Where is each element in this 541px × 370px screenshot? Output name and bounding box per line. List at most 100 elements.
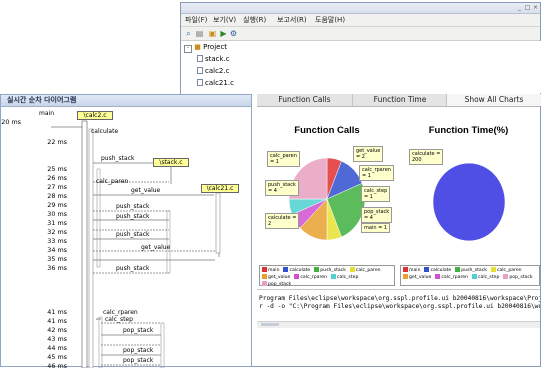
horizontal-scrollbar[interactable] <box>257 321 540 328</box>
tab-function-time[interactable]: Function Time <box>352 94 447 106</box>
close-button[interactable]: × <box>532 4 539 11</box>
legend-item-calc-rparen: calc_rparen <box>294 274 327 281</box>
callout-calc-rparen: calc_rparen = 1 <box>359 165 394 181</box>
pie-charts-svg <box>288 157 506 242</box>
function-time-pie <box>432 162 506 242</box>
sequence-diagram-window: 실시간 순차 다이어그램 20 ms main \calc2.c \stack.… <box>0 94 252 370</box>
search-icon[interactable]: ⌕ <box>184 29 193 38</box>
message-label: calc_step <box>105 316 133 323</box>
callout-calc-step: calc_step = 1 <box>361 186 391 202</box>
collapse-icon[interactable]: - <box>184 45 192 53</box>
tree-file-item[interactable]: calc2.c <box>197 66 229 76</box>
tree-file-label: calc2.c <box>205 67 230 75</box>
callout-push-stack: push_stack = 4 <box>265 180 299 196</box>
callout-calculate: calculate = 2 <box>265 213 300 229</box>
message-label: calc_paren <box>96 178 129 185</box>
run-icon[interactable]: ▶ <box>219 29 228 38</box>
menu-file[interactable]: 파일(F) <box>185 15 207 25</box>
menu-bar: 파일(F) 보기(V) 실행(R) 보고서(R) 도움말(H) <box>181 14 540 27</box>
legend-swatch <box>455 267 461 272</box>
callout-calc-paren: calc_paren = 1 <box>267 151 300 167</box>
callout-main: main = 1 <box>361 223 391 233</box>
time-label: 46 ms <box>47 362 67 370</box>
function-calls-pie <box>288 157 366 241</box>
message-label: push_stack <box>101 155 135 162</box>
file-icon <box>197 55 203 62</box>
page-icon[interactable]: ▤ <box>195 29 204 38</box>
tree-root-label: Project <box>203 43 228 51</box>
legend-swatch <box>283 267 289 272</box>
maximize-button[interactable]: □ <box>524 4 531 11</box>
menu-view[interactable]: 보기(V) <box>213 15 236 25</box>
legend-item-get-value: get_value <box>403 274 431 281</box>
time-label: 44 ms <box>47 344 67 352</box>
time-slice-calculate[interactable] <box>432 162 506 242</box>
legend-item-main: main <box>262 267 279 274</box>
callout-pop-stack: pop_stack = 4 <box>361 207 393 223</box>
time-label: 36 ms <box>47 264 67 272</box>
tree-file-item[interactable]: calc21.c <box>197 78 234 88</box>
open-folder-icon[interactable]: ▣ <box>208 29 217 38</box>
legend-label: get_value <box>268 275 291 280</box>
message-label: get_value <box>131 187 161 194</box>
file-icon <box>197 67 203 74</box>
sequence-window-titlebar: 실시간 순차 다이어그램 <box>1 95 251 107</box>
profile-icon[interactable]: ⚙ <box>229 29 238 38</box>
time-label: 41 ms <box>47 308 67 316</box>
time-label: 33 ms <box>47 237 67 245</box>
menu-help[interactable]: 도움말(H) <box>315 15 345 25</box>
activation-calc21 <box>215 192 221 254</box>
legend-item-calc-paren: calc_paren <box>490 267 522 274</box>
legend-swatch <box>503 274 509 279</box>
legend-item-pop-stack: pop_stack <box>262 281 291 288</box>
message-label: get_value <box>141 244 171 251</box>
legend-item-main: main <box>403 267 420 274</box>
callout-calculate-time: calculate = 200 <box>409 149 444 165</box>
message-label: calculate <box>91 128 119 135</box>
legend-item-push-stack: push_stack <box>314 267 346 274</box>
file-icon <box>197 79 203 86</box>
legend-item-get-value: get_value <box>262 274 290 281</box>
legend-label: calc_step <box>477 275 500 280</box>
legend-swatch <box>403 274 408 279</box>
lifeline-box-calc21[interactable]: \calc21.c <box>201 184 239 193</box>
lifeline-box-calc2[interactable]: \calc2.c <box>77 111 113 120</box>
legend-label: pop_stack <box>268 282 292 287</box>
activation-calc2 <box>81 120 88 368</box>
toolbar: ⌕ ▤ ▣ ▶ ⚙ <box>181 27 540 41</box>
tree-root[interactable]: - ■ Project <box>184 42 227 53</box>
minimize-button[interactable]: _ <box>516 4 523 11</box>
legend-label: push_stack <box>320 268 346 273</box>
legend-label: main <box>268 268 280 273</box>
legend-swatch <box>490 267 496 272</box>
legend-item-calc-step: calc_step <box>330 274 358 281</box>
sequence-diagram: 20 ms main \calc2.c \stack.c \calc21.c 2… <box>1 107 251 370</box>
lifeline-main: main <box>39 110 54 117</box>
tab-function-calls[interactable]: Function Calls <box>257 94 352 106</box>
menu-report[interactable]: 보고서(R) <box>277 15 307 25</box>
time-label: 30 ms <box>47 210 67 218</box>
time-label: 35 ms <box>47 255 67 263</box>
legend-swatch <box>262 281 267 286</box>
legend-item-calculate: calculate <box>283 267 310 274</box>
callout-get-value: get_value = 2 <box>353 146 384 162</box>
legend-swatch <box>330 274 336 279</box>
legend-label: calculate <box>430 268 452 273</box>
legend-swatch <box>349 267 355 272</box>
tree-file-label: stack.c <box>205 55 230 63</box>
legend-label: calc_paren <box>355 268 381 273</box>
calls-legend: main calculate push_stack calc_paren get_val… <box>259 265 395 288</box>
menu-run[interactable]: 실행(R) <box>243 15 266 25</box>
tree-file-item[interactable]: stack.c <box>197 54 230 64</box>
time-label: 27 ms <box>47 183 67 191</box>
scrollbar-thumb[interactable] <box>261 323 279 326</box>
tab-show-all-charts[interactable]: Show All Charts <box>446 94 541 106</box>
legend-label: calc_paren <box>496 268 522 273</box>
time-label: 28 ms <box>47 192 67 200</box>
message-label: push_stack <box>116 203 150 210</box>
lifeline-box-stack[interactable]: \stack.c <box>153 158 189 167</box>
legend-label: pop_stack <box>509 275 533 280</box>
time-label: 43 ms <box>47 335 67 343</box>
time-label: 34 ms <box>47 246 67 254</box>
time-label: 20 ms <box>1 118 21 126</box>
